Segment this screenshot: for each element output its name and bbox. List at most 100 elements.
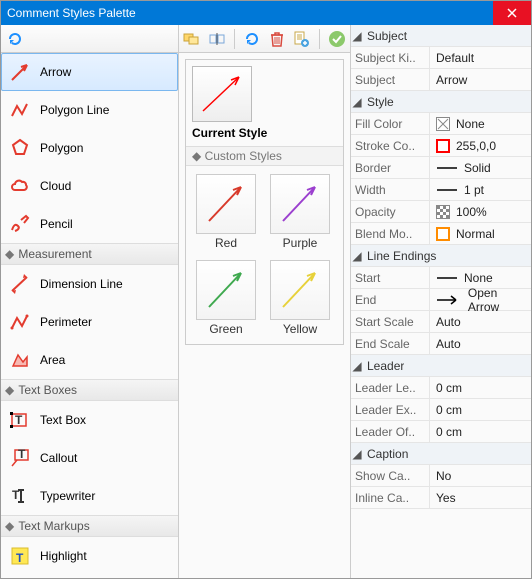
tool-item-perimeter[interactable]: Perimeter xyxy=(1,303,178,341)
current-style-swatch xyxy=(192,66,252,122)
prop-value[interactable]: 0 cm xyxy=(429,377,531,398)
prop-row: Show Ca..No xyxy=(351,465,531,487)
prop-value[interactable]: None xyxy=(429,113,531,134)
rename-icon xyxy=(209,31,225,47)
tool-item-typewriter[interactable]: TTypewriter xyxy=(1,477,178,515)
apply-style-button[interactable] xyxy=(328,29,347,49)
prop-value[interactable]: 100% xyxy=(429,201,531,222)
close-button[interactable] xyxy=(493,1,531,25)
prop-value[interactable]: Auto xyxy=(429,311,531,332)
prop-key: Blend Mo.. xyxy=(351,227,429,241)
prop-row: Subject Ki..Default xyxy=(351,47,531,69)
tool-item-pencil[interactable]: Pencil xyxy=(1,205,178,243)
prop-value[interactable]: Normal xyxy=(429,223,531,244)
prop-value[interactable]: 0 cm xyxy=(429,399,531,420)
prop-row: Leader Of..0 cm xyxy=(351,421,531,443)
styles-box: Current Style ◆ Custom Styles RedPurple G… xyxy=(185,59,344,345)
prop-value[interactable]: 1 pt xyxy=(429,179,531,200)
prop-value[interactable]: No xyxy=(429,465,531,486)
clone-style-button[interactable] xyxy=(183,29,202,49)
prop-value-text: Auto xyxy=(436,315,461,329)
style-label: Yellow xyxy=(283,320,317,336)
prop-value[interactable]: 0 cm xyxy=(429,421,531,442)
prop-row: Blend Mo..Normal xyxy=(351,223,531,245)
prop-value[interactable]: Default xyxy=(429,47,531,68)
style-tile-red[interactable]: Red xyxy=(194,174,258,250)
delete-style-button[interactable] xyxy=(268,29,287,49)
prop-row: Leader Le..0 cm xyxy=(351,377,531,399)
prop-value-text: 1 pt xyxy=(464,183,484,197)
rename-style-button[interactable] xyxy=(208,29,227,49)
reset-style-button[interactable] xyxy=(243,29,262,49)
prop-row: Fill ColorNone xyxy=(351,113,531,135)
current-style[interactable]: Current Style xyxy=(192,66,292,140)
title-bar: Comment Styles Palette xyxy=(1,1,531,25)
tool-label: Dimension Line xyxy=(40,277,123,291)
prop-key: End xyxy=(351,293,429,307)
clone-icon xyxy=(183,31,201,47)
prop-key: Show Ca.. xyxy=(351,469,429,483)
style-tile-green[interactable]: Green xyxy=(194,260,258,336)
prop-key: Inline Ca.. xyxy=(351,491,429,505)
set-current-button[interactable] xyxy=(292,29,311,49)
swatch-color xyxy=(436,139,450,153)
prop-value-text: None xyxy=(464,271,493,285)
swatch-checker xyxy=(436,205,450,219)
tool-item-polygon[interactable]: Polygon xyxy=(1,129,178,167)
prop-value[interactable]: Open Arrow xyxy=(429,289,531,310)
prop-section-style[interactable]: ◢Style xyxy=(351,91,531,113)
tool-item-callout[interactable]: TCallout xyxy=(1,439,178,477)
disclosure-icon: ◆ xyxy=(5,247,15,261)
tool-list-panel: ArrowPolygon LinePolygonCloudPencil◆ Mea… xyxy=(1,25,179,578)
group-header-text-boxes[interactable]: ◆ Text Boxes xyxy=(1,379,178,401)
tool-item-dimension-line[interactable]: Dimension Line xyxy=(1,265,178,303)
prop-value-text: 255,0,0 xyxy=(456,139,496,153)
disclosure-icon: ◢ xyxy=(351,29,363,43)
tool-item-area[interactable]: Area xyxy=(1,341,178,379)
style-swatch xyxy=(196,174,256,234)
style-tile-purple[interactable]: Purple xyxy=(268,174,332,250)
properties-list: ◢SubjectSubject Ki..DefaultSubjectArrow◢… xyxy=(351,25,531,578)
group-header-measurement[interactable]: ◆ Measurement xyxy=(1,243,178,265)
toolbar-divider xyxy=(234,29,235,49)
prop-key: Opacity xyxy=(351,205,429,219)
disclosure-icon: ◢ xyxy=(351,447,363,461)
mid-toolbar xyxy=(179,25,350,53)
prop-row: Opacity 100% xyxy=(351,201,531,223)
prop-section-subject[interactable]: ◢Subject xyxy=(351,25,531,47)
styles-panel: Current Style ◆ Custom Styles RedPurple G… xyxy=(179,25,351,578)
reset-button[interactable] xyxy=(5,29,25,49)
prop-section-line-endings[interactable]: ◢Line Endings xyxy=(351,245,531,267)
section-label: Leader xyxy=(363,359,404,373)
toolbar-divider xyxy=(319,29,320,49)
tool-item-highlight[interactable]: THighlight xyxy=(1,537,178,575)
swatch-color xyxy=(436,227,450,241)
tool-tree: ArrowPolygon LinePolygonCloudPencil◆ Mea… xyxy=(1,53,178,578)
prop-value[interactable]: Arrow xyxy=(429,69,531,90)
prop-value[interactable]: Auto xyxy=(429,333,531,354)
callout-icon: T xyxy=(8,446,32,470)
prop-value-text: 100% xyxy=(456,205,487,219)
prop-row: EndOpen Arrow xyxy=(351,289,531,311)
tool-item-text-box[interactable]: TText Box xyxy=(1,401,178,439)
custom-styles-header[interactable]: ◆ Custom Styles xyxy=(186,146,343,166)
prop-value-text: Auto xyxy=(436,337,461,351)
prop-row: Leader Ex..0 cm xyxy=(351,399,531,421)
prop-key: Leader Ex.. xyxy=(351,403,429,417)
prop-value[interactable]: Solid xyxy=(429,157,531,178)
main-area: ArrowPolygon LinePolygonCloudPencil◆ Mea… xyxy=(1,25,531,578)
prop-section-caption[interactable]: ◢Caption xyxy=(351,443,531,465)
style-label: Green xyxy=(209,320,242,336)
prop-value[interactable]: 255,0,0 xyxy=(429,135,531,156)
group-header-text-markups[interactable]: ◆ Text Markups xyxy=(1,515,178,537)
section-label: Style xyxy=(363,95,394,109)
tool-item-polygon-line[interactable]: Polygon Line xyxy=(1,91,178,129)
area-icon xyxy=(8,348,32,372)
prop-section-leader[interactable]: ◢Leader xyxy=(351,355,531,377)
window-title: Comment Styles Palette xyxy=(7,6,493,20)
tool-item-arrow[interactable]: Arrow xyxy=(1,53,178,91)
prop-value[interactable]: Yes xyxy=(429,487,531,508)
style-tile-yellow[interactable]: Yellow xyxy=(268,260,332,336)
tool-item-cloud[interactable]: Cloud xyxy=(1,167,178,205)
tool-label: Highlight xyxy=(40,549,87,563)
